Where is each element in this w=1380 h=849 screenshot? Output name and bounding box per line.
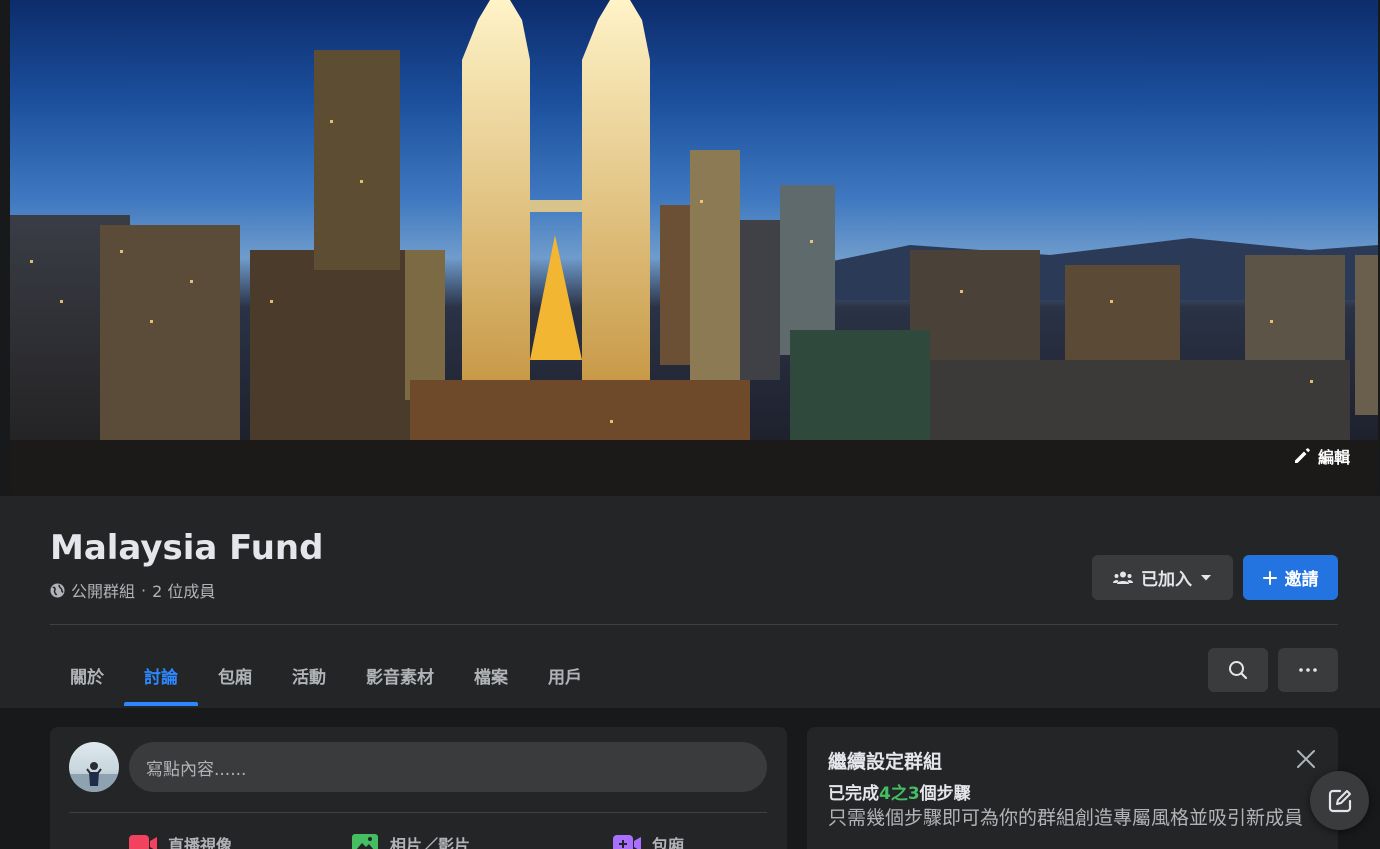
progress-suffix: 個步驟 — [919, 784, 971, 804]
live-video-label: 直播視像 — [168, 836, 233, 849]
group-header: Malaysia Fund 公開群組 · 2 位成員 已加入 邀請 關於 討論 … — [0, 496, 1380, 708]
cover-photo: 編輯 — [10, 0, 1378, 496]
edit-cover-button[interactable]: 編輯 — [1280, 438, 1362, 474]
plus-icon — [1262, 570, 1277, 585]
people-icon — [1113, 571, 1133, 584]
group-privacy[interactable]: 公開群組 — [71, 578, 135, 602]
more-options-button[interactable] — [1278, 648, 1338, 692]
meta-separator: · — [141, 580, 147, 600]
invite-button[interactable]: 邀請 — [1243, 555, 1338, 600]
new-message-button[interactable] — [1310, 771, 1369, 830]
post-composer: 寫點內容...... 直播視像 相片／影片 包廂 — [50, 727, 787, 849]
photo-video-icon — [352, 834, 378, 849]
progress-count: 4之3 — [879, 784, 920, 804]
room-button[interactable]: 包廂 — [612, 832, 684, 849]
caret-down-icon — [1201, 574, 1211, 580]
photo-video-button[interactable]: 相片／影片 — [350, 832, 470, 849]
tab-members[interactable]: 用戶 — [528, 646, 602, 704]
tab-rooms[interactable]: 包廂 — [198, 646, 272, 704]
avatar[interactable] — [69, 742, 119, 792]
header-divider — [50, 624, 1338, 625]
tab-media[interactable]: 影音素材 — [346, 646, 454, 704]
compose-icon — [1328, 789, 1351, 812]
ellipsis-icon — [1299, 668, 1317, 672]
setup-title: 繼續設定群組 — [828, 751, 943, 773]
photo-video-label: 相片／影片 — [390, 836, 471, 849]
joined-label: 已加入 — [1141, 570, 1192, 590]
live-video-icon — [129, 835, 157, 849]
room-icon — [613, 835, 641, 849]
search-group-button[interactable] — [1208, 648, 1268, 692]
city-skyline-image — [10, 0, 1378, 496]
setup-progress: 已完成4之3個步驟 — [828, 779, 971, 804]
search-icon — [1229, 661, 1248, 680]
group-tabs: 關於 討論 包廂 活動 影音素材 檔案 用戶 — [50, 646, 602, 706]
room-label: 包廂 — [652, 836, 685, 849]
group-name: Malaysia Fund — [50, 528, 324, 568]
edit-cover-label: 編輯 — [1317, 448, 1350, 467]
tab-files[interactable]: 檔案 — [454, 646, 528, 704]
tab-about[interactable]: 關於 — [50, 646, 124, 704]
group-setup-card: 繼續設定群組 已完成4之3個步驟 只需幾個步驟即可為你的群組創造專屬風格並吸引新… — [807, 727, 1338, 849]
composer-divider — [69, 812, 767, 813]
close-icon — [1297, 750, 1315, 768]
tab-events[interactable]: 活動 — [272, 646, 346, 704]
setup-description: 只需幾個步驟即可為你的群組創造專屬風格並吸引新成員 — [828, 807, 1304, 829]
progress-prefix: 已完成 — [828, 784, 879, 804]
group-members-count[interactable]: 2 位成員 — [152, 578, 215, 602]
user-photo-image — [69, 762, 119, 792]
pencil-icon — [1294, 448, 1310, 463]
post-input[interactable]: 寫點內容...... — [129, 742, 767, 792]
live-video-button[interactable]: 直播視像 — [128, 832, 232, 849]
close-setup-button[interactable] — [1292, 745, 1320, 773]
joined-button[interactable]: 已加入 — [1092, 555, 1233, 600]
invite-label: 邀請 — [1284, 570, 1319, 590]
globe-icon — [50, 582, 65, 598]
group-meta: 公開群組 · 2 位成員 — [50, 578, 215, 602]
tab-discussion[interactable]: 討論 — [124, 646, 198, 706]
